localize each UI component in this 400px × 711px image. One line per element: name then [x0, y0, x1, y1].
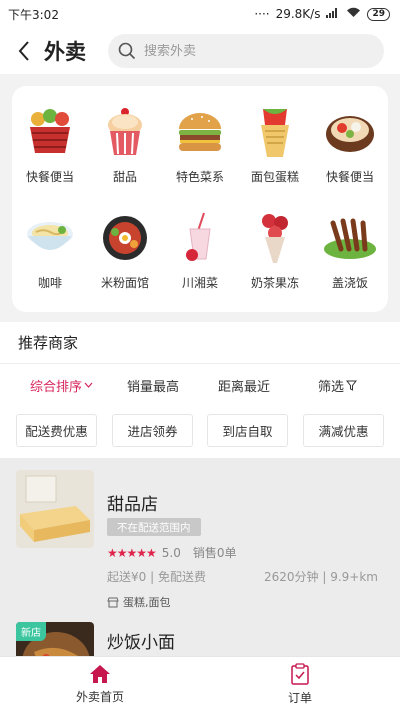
sort-label: 筛选	[318, 379, 345, 395]
delivery-fee: 起送¥0 | 免配送费	[107, 570, 206, 584]
category-grid: 快餐便当 甜品 特色菜系 面包蛋糕 快餐便当 咖啡 米粉面馆 川湘菜 奶茶果冻 …	[12, 86, 388, 312]
rating-value: 5.0	[161, 545, 181, 560]
category-label: 川湘菜	[181, 276, 218, 290]
category-label: 快餐便当	[25, 170, 74, 184]
milkshake-icon	[172, 210, 228, 266]
tab-label: 外卖首页	[75, 690, 124, 704]
shop-name: 甜品店	[107, 495, 158, 515]
sort-sales[interactable]: 销量最高	[127, 376, 179, 395]
signal-icon	[326, 7, 340, 21]
filter-button[interactable]: 筛选	[318, 376, 358, 395]
noodle-bowl-icon	[22, 210, 78, 266]
chevron-left-icon	[18, 41, 29, 61]
category-item[interactable]: 特色菜系	[163, 104, 237, 204]
shop-list: 甜品店 不在配送范围内 ★★★★★ 5.0 销售0单 起送¥0 | 免配送费 2…	[0, 458, 400, 656]
bibimbap-icon	[97, 210, 153, 266]
signal-dots: ····	[254, 7, 270, 21]
tab-takeout-home[interactable]: 外卖首页	[0, 657, 200, 711]
shop-card[interactable]: 新店 炒饭小面	[0, 620, 400, 656]
category-item[interactable]: 快餐便当	[313, 104, 387, 204]
filter-chips: 配送费优惠 进店领券 到店自取 满减优惠	[0, 406, 400, 458]
filter-chip[interactable]: 满减优惠	[303, 414, 384, 447]
category-item[interactable]: 盖浇饭	[313, 210, 387, 310]
shop-name: 炒饭小面	[107, 633, 175, 653]
new-store-badge: 新店	[16, 622, 46, 641]
category-area: 快餐便当 甜品 特色菜系 面包蛋糕 快餐便当 咖啡 米粉面馆 川湘菜 奶茶果冻 …	[0, 74, 400, 322]
category-label: 米粉面馆	[100, 276, 149, 290]
shop-card[interactable]: 甜品店 不在配送范围内 ★★★★★ 5.0 销售0单 起送¥0 | 免配送费 2…	[0, 470, 400, 620]
flower-bouquet-icon	[247, 210, 303, 266]
battery-icon: 29	[367, 7, 390, 21]
tab-orders[interactable]: 订单	[200, 657, 400, 711]
status-bar: 下午3:02 ···· 29.8K/s 29	[0, 0, 400, 28]
sort-label: 距离最近	[218, 379, 271, 395]
category-item[interactable]: 川湘菜	[163, 210, 237, 310]
status-indicators: ···· 29.8K/s 29	[254, 7, 390, 21]
shop-image: 新店	[16, 622, 94, 656]
filter-chip[interactable]: 到店自取	[207, 414, 288, 447]
filter-chip[interactable]: 进店领券	[112, 414, 193, 447]
store-icon	[107, 597, 119, 607]
network-speed: 29.8K/s	[275, 7, 321, 21]
home-icon	[90, 665, 110, 683]
category-label: 快餐便当	[325, 170, 374, 184]
skewers-icon	[322, 210, 378, 266]
section-title: 推荐商家	[18, 334, 79, 352]
category-item[interactable]: 奶茶果冻	[238, 210, 312, 310]
search-input[interactable]	[144, 43, 364, 59]
sort-label: 销量最高	[127, 379, 180, 395]
section-title-recommended: 推荐商家	[0, 322, 400, 364]
star-rating: ★★★★★	[107, 545, 157, 560]
shop-categories: 蛋糕,面包	[107, 594, 171, 610]
category-label: 甜品	[112, 170, 137, 184]
clipboard-check-icon	[291, 663, 309, 685]
bottom-tab-bar: 外卖首页 订单	[0, 656, 400, 711]
delivery-distance: 2620分钟 | 9.9+km	[264, 570, 378, 584]
category-label: 面包蛋糕	[250, 170, 299, 184]
filter-icon	[346, 380, 358, 391]
cupcake-icon	[97, 104, 153, 160]
category-label: 特色菜系	[175, 170, 224, 184]
chevron-down-icon	[84, 382, 93, 388]
wrap-sandwich-icon	[247, 104, 303, 160]
sort-distance[interactable]: 距离最近	[218, 376, 270, 395]
shop-image	[16, 470, 94, 548]
category-label: 奶茶果冻	[250, 276, 299, 290]
status-time: 下午3:02	[8, 7, 59, 22]
top-header: 外卖	[0, 28, 400, 74]
category-label: 盖浇饭	[331, 276, 368, 290]
sort-comprehensive[interactable]: 综合排序	[30, 376, 93, 395]
shop-rating: ★★★★★ 5.0 销售0单	[107, 544, 237, 561]
delivery-status-badge: 不在配送范围内	[107, 518, 201, 536]
sort-label: 综合排序	[30, 379, 83, 395]
hotpot-bowl-icon	[322, 104, 378, 160]
category-item[interactable]: 快餐便当	[13, 104, 87, 204]
burger-icon	[172, 104, 228, 160]
category-item[interactable]: 咖啡	[13, 210, 87, 310]
tab-label: 订单	[287, 691, 312, 705]
page-title: 外卖	[44, 40, 86, 64]
search-box[interactable]	[108, 34, 384, 68]
sales-count: 销售0单	[192, 546, 237, 560]
category-label: 咖啡	[37, 276, 62, 290]
back-button[interactable]	[6, 31, 42, 71]
category-item[interactable]: 米粉面馆	[88, 210, 162, 310]
fast-food-basket-icon	[22, 104, 78, 160]
category-item[interactable]: 甜品	[88, 104, 162, 204]
search-icon	[118, 42, 136, 60]
wifi-icon	[346, 7, 361, 21]
shop-category-text: 蛋糕,面包	[123, 596, 171, 609]
category-item[interactable]: 面包蛋糕	[238, 104, 312, 204]
sort-bar: 综合排序 销量最高 距离最近 筛选	[0, 364, 400, 406]
filter-chip[interactable]: 配送费优惠	[16, 414, 97, 447]
